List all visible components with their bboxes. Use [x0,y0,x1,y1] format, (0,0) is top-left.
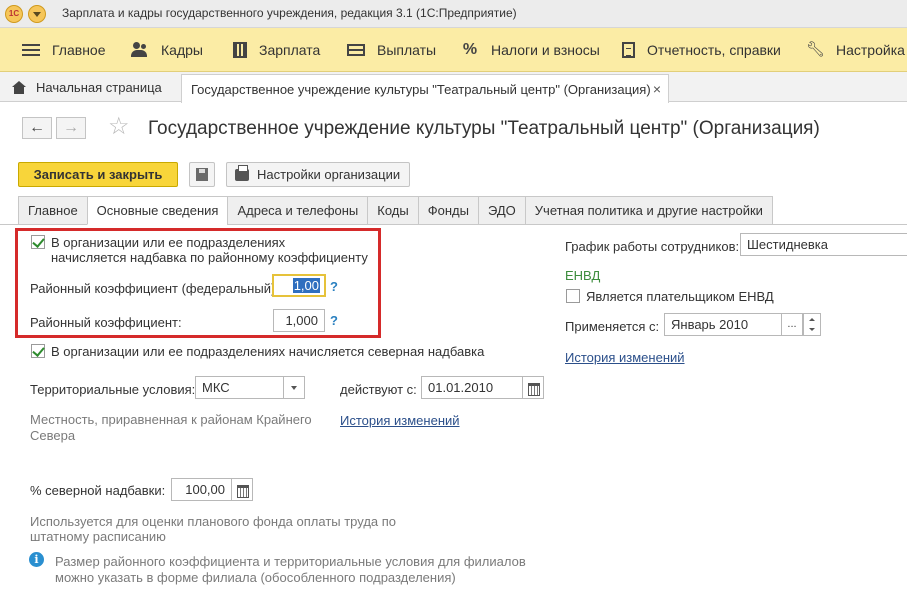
section-label: Настройка [836,42,905,58]
info-note-line2: можно указать в форме филиала (обособлен… [55,570,456,585]
percent-icon: % [462,41,478,58]
work-schedule-field[interactable]: Шестидневка [740,233,907,256]
window-title: Зарплата и кадры государственного учрежд… [62,6,517,20]
section-label: Отчетность, справки [647,42,781,58]
title-bar: 1С Зарплата и кадры государственного учр… [0,0,907,28]
section-label: Кадры [161,42,203,58]
wrench-icon: 🔧︎ [806,41,826,58]
report-icon [622,42,635,58]
history-link-envd[interactable]: История изменений [565,350,685,365]
envd-payer-label: Является плательщиком ЕНВД [586,289,774,304]
section-label: Зарплата [259,42,321,58]
organization-window-label: Государственное учреждение культуры "Теа… [191,81,651,97]
federal-coefficient-help-icon[interactable]: ? [330,279,338,294]
favorite-star-icon[interactable]: ☆ [108,114,130,140]
save-disk-button[interactable] [189,162,215,187]
section-personnel[interactable]: Кадры [131,28,203,72]
northern-percent-calculator-button[interactable] [231,478,253,501]
territorial-conditions-label: Территориальные условия: [30,382,196,397]
section-label: Главное [52,42,106,58]
regional-coefficient-label-line1: В организации или ее подразделениях [51,235,286,250]
sections-panel: Главное Кадры Зарплата Выплаты % Налоги … [0,28,907,72]
valid-from-label: действуют с: [340,382,417,397]
work-schedule-label: График работы сотрудников: [565,239,740,254]
back-button[interactable]: ← [22,117,52,139]
valid-from-field[interactable]: 01.01.2010 [421,376,524,399]
menu-icon [22,44,40,56]
usage-note-line1: Используется для оценки планового фонда … [30,514,397,529]
app-logo-icon[interactable]: 1С [5,5,23,23]
tab-funds[interactable]: Фонды [417,196,478,225]
coefficient-label: Районный коэффициент: [30,315,182,330]
section-payments[interactable]: Выплаты [347,28,436,72]
section-settings[interactable]: 🔧︎ Настройка [806,28,905,72]
regional-coefficient-label-line2: начисляется надбавка по районному коэффи… [51,250,368,265]
forward-button[interactable]: → [56,117,86,139]
form-title: Государственное учреждение культуры "Теа… [148,118,820,139]
section-reports[interactable]: Отчетность, справки [622,28,781,72]
history-link-territorial[interactable]: История изменений [340,413,460,428]
locality-note-line2: Севера [30,428,76,443]
app-menu-icon[interactable] [28,5,46,23]
territorial-conditions-dropdown[interactable] [283,376,305,399]
northern-allowance-checkbox[interactable] [31,344,45,358]
info-icon: i [29,552,44,567]
applies-from-spinner[interactable] [803,313,821,336]
tab-edo[interactable]: ЭДО [477,196,525,225]
territorial-conditions-field[interactable]: МКС [195,376,285,399]
section-label: Выплаты [377,42,437,58]
section-label: Налоги и взносы [491,42,600,58]
section-main[interactable]: Главное [22,28,106,72]
organization-window-tab[interactable]: Государственное учреждение культуры "Теа… [181,74,669,103]
federal-coefficient-label: Районный коэффициент (федеральный): [30,281,279,296]
regional-coefficient-checkbox[interactable] [31,235,45,249]
open-windows-bar: Начальная страница Государственное учреж… [0,72,907,103]
tab-addresses[interactable]: Адреса и телефоны [227,196,368,225]
valid-from-calendar-button[interactable] [522,376,544,399]
northern-percent-field[interactable]: 100,00 [171,478,232,501]
section-taxes[interactable]: % Налоги и взносы [461,28,600,72]
usage-note-line2: штатному расписанию [30,529,166,544]
home-page-tab[interactable]: Начальная страница [12,72,162,102]
applies-from-select-button[interactable]: ... [781,313,803,336]
northern-percent-label: % северной надбавки: [30,483,166,498]
home-page-label: Начальная страница [36,79,162,95]
organization-settings-button[interactable]: Настройки организации [226,162,410,187]
printer-icon [235,164,249,181]
federal-coefficient-value: 1,00 [292,278,320,293]
money-icon [347,44,365,56]
calculator-icon [233,42,247,58]
locality-note-line1: Местность, приравненная к районам Крайне… [30,412,312,427]
form-tabs: Главное Основные сведения Адреса и телеф… [18,196,773,225]
people-icon [131,42,149,58]
northern-allowance-label: В организации или ее подразделениях начи… [51,344,485,359]
tab-main[interactable]: Главное [18,196,87,225]
applies-from-label: Применяется с: [565,319,660,334]
home-icon [12,80,26,94]
tab-codes[interactable]: Коды [367,196,418,225]
tab-accounting-policy[interactable]: Учетная политика и другие настройки [524,196,773,225]
save-and-close-button[interactable]: Записать и закрыть [18,162,178,187]
section-salary[interactable]: Зарплата [233,28,320,72]
coefficient-field[interactable]: 1,000 [273,309,325,332]
federal-coefficient-field[interactable]: 1,00 [272,274,326,297]
applies-from-field[interactable]: Январь 2010 [664,313,782,336]
envd-payer-checkbox[interactable] [566,289,580,303]
info-note-line1: Размер районного коэффициента и территор… [55,554,526,569]
coefficient-help-icon[interactable]: ? [330,313,338,328]
organization-settings-label: Настройки организации [257,167,401,182]
envd-heading: ЕНВД [565,268,601,283]
tab-basic-info[interactable]: Основные сведения [86,196,228,225]
close-icon[interactable]: × [653,81,661,97]
